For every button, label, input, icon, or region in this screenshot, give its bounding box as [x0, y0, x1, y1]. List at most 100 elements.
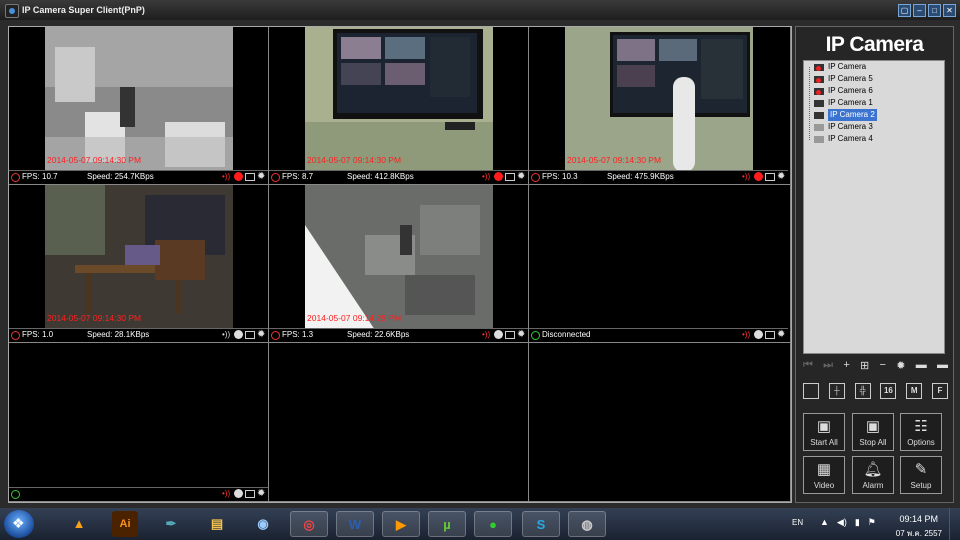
- setup-button[interactable]: ✎ Setup: [900, 456, 942, 494]
- record-icon[interactable]: [494, 330, 503, 339]
- layout-9-icon[interactable]: ╬: [854, 383, 871, 399]
- camera-cell-6[interactable]: Disconnected •)) ✹: [529, 185, 791, 343]
- power-icon[interactable]: [11, 331, 20, 340]
- record-icon[interactable]: [754, 330, 763, 339]
- layout-4-icon[interactable]: ┼: [828, 383, 845, 399]
- add-icon[interactable]: +: [843, 359, 849, 373]
- line-icon[interactable]: ●: [474, 511, 512, 537]
- video-button[interactable]: ▦ Video: [803, 456, 845, 494]
- gear-icon[interactable]: ✹: [777, 172, 786, 182]
- record-icon[interactable]: [754, 172, 763, 181]
- record-icon[interactable]: [494, 172, 503, 181]
- snapshot-icon[interactable]: [765, 330, 775, 339]
- speaker-icon[interactable]: •)): [222, 172, 232, 181]
- close-button[interactable]: ✕: [943, 4, 956, 17]
- speaker-icon[interactable]: •)): [222, 489, 232, 498]
- import-icon[interactable]: ▬: [916, 359, 927, 373]
- minimize-button[interactable]: –: [913, 4, 926, 17]
- tree-item[interactable]: IP Camera 5: [814, 73, 873, 85]
- clock-date[interactable]: 07 พ.ค. 2557: [896, 527, 942, 540]
- media-icon[interactable]: ▶: [382, 511, 420, 537]
- utorrent-icon[interactable]: µ: [428, 511, 466, 537]
- gear-icon[interactable]: ✹: [257, 330, 266, 340]
- layout-1-icon[interactable]: [803, 383, 819, 399]
- gear-icon[interactable]: ✹: [257, 489, 266, 499]
- network-icon[interactable]: ◉: [244, 511, 282, 537]
- first-icon[interactable]: ⏮: [803, 359, 813, 373]
- clock-time[interactable]: 09:14 PM: [899, 514, 938, 524]
- record-icon[interactable]: [234, 330, 243, 339]
- speaker-icon[interactable]: •)): [482, 330, 492, 339]
- tray-expand-icon[interactable]: ▲: [820, 517, 829, 528]
- flag-icon[interactable]: ⚑: [868, 517, 876, 528]
- timestamp: 2014-05-07 09:14:30 PM: [567, 155, 662, 165]
- snapshot-icon[interactable]: [505, 330, 515, 339]
- gear-icon[interactable]: ✹: [777, 330, 786, 340]
- camera-cell-2[interactable]: 2014-05-07 09:14:30 PM FPS: 8.7 Speed: 4…: [269, 27, 529, 185]
- camera-cell-1[interactable]: 2014-05-07 09:14:30 PM FPS: 10.7 Speed: …: [9, 27, 269, 185]
- power-icon[interactable]: [11, 490, 20, 499]
- tree-item[interactable]: IP Camera 1: [814, 97, 873, 109]
- settings-icon[interactable]: ✹: [896, 359, 905, 373]
- alarm-button[interactable]: 🔔︎ Alarm: [852, 456, 894, 494]
- video-label: Video: [813, 481, 835, 490]
- tree-item[interactable]: IP Camera 4: [814, 133, 873, 145]
- snapshot-icon[interactable]: [765, 172, 775, 181]
- gear-icon[interactable]: ✹: [257, 172, 266, 182]
- speaker-icon[interactable]: •)): [742, 330, 752, 339]
- add-group-icon[interactable]: ⊞: [860, 359, 869, 373]
- power-icon[interactable]: [531, 173, 540, 182]
- chrome-icon[interactable]: ◎: [290, 511, 328, 537]
- illustrator-icon[interactable]: Ai: [112, 511, 138, 537]
- export-icon[interactable]: ▬: [937, 359, 948, 373]
- tree-item[interactable]: IP Camera 6: [814, 85, 873, 97]
- speaker-icon[interactable]: •)): [742, 172, 752, 181]
- stop-all-button[interactable]: ▣ Stop All: [852, 413, 894, 451]
- snapshot-icon[interactable]: [245, 489, 255, 498]
- network-tray-icon[interactable]: ▮: [855, 517, 860, 528]
- language-indicator[interactable]: EN: [792, 518, 803, 527]
- tree-item[interactable]: IP Camera: [814, 61, 866, 73]
- camera-cell-3[interactable]: 2014-05-07 09:14:30 PM FPS: 10.3 Speed: …: [529, 27, 791, 185]
- maximize-button[interactable]: □: [928, 4, 941, 17]
- power-icon[interactable]: [531, 331, 540, 340]
- tile-icon[interactable]: ▢: [898, 4, 911, 17]
- snapshot-icon[interactable]: [505, 172, 515, 181]
- vlc-icon[interactable]: ▲: [60, 511, 98, 537]
- title-bar: IP Camera Super Client(PnP) ▢ – □ ✕: [0, 0, 960, 20]
- options-button[interactable]: ☷ Options: [900, 413, 942, 451]
- gear-icon[interactable]: ✹: [517, 172, 526, 182]
- word-icon[interactable]: W: [336, 511, 374, 537]
- fullscreen-icon[interactable]: F: [931, 383, 948, 399]
- show-desktop-button[interactable]: [949, 508, 960, 540]
- snapshot-icon[interactable]: [245, 330, 255, 339]
- power-icon[interactable]: [11, 173, 20, 182]
- record-icon[interactable]: [234, 172, 243, 181]
- start-button[interactable]: [4, 510, 34, 538]
- power-icon[interactable]: [271, 331, 280, 340]
- layout-16-icon[interactable]: 16: [880, 383, 897, 399]
- skype-icon[interactable]: S: [522, 511, 560, 537]
- camera-cell-9[interactable]: [529, 343, 791, 502]
- next-icon[interactable]: ⏭: [823, 359, 833, 373]
- camera-cell-7[interactable]: •)) ✹: [9, 343, 269, 502]
- remove-icon[interactable]: −: [880, 359, 886, 373]
- tree-connector: [809, 67, 811, 140]
- volume-icon[interactable]: ◀): [837, 517, 847, 528]
- start-all-button[interactable]: ▣ Start All: [803, 413, 845, 451]
- snapshot-icon[interactable]: [245, 172, 255, 181]
- webcam-icon[interactable]: ◍: [568, 511, 606, 537]
- feather-icon[interactable]: ✒: [152, 511, 190, 537]
- gear-icon[interactable]: ✹: [517, 330, 526, 340]
- tree-item-selected[interactable]: IP Camera 2: [814, 109, 877, 121]
- camera-cell-4[interactable]: 2014-05-07 09:14:30 PM FPS: 1.0 Speed: 2…: [9, 185, 269, 343]
- power-icon[interactable]: [271, 173, 280, 182]
- speaker-icon[interactable]: •)): [222, 330, 232, 339]
- camera-cell-8[interactable]: [269, 343, 529, 502]
- tree-item[interactable]: IP Camera 3: [814, 121, 873, 133]
- record-icon[interactable]: [234, 489, 243, 498]
- layout-m-icon[interactable]: M: [906, 383, 923, 399]
- speaker-icon[interactable]: •)): [482, 172, 492, 181]
- folder-icon[interactable]: ▤: [198, 511, 236, 537]
- camera-cell-5[interactable]: 2014-05-07 09:14:29 PM FPS: 1.3 Speed: 2…: [269, 185, 529, 343]
